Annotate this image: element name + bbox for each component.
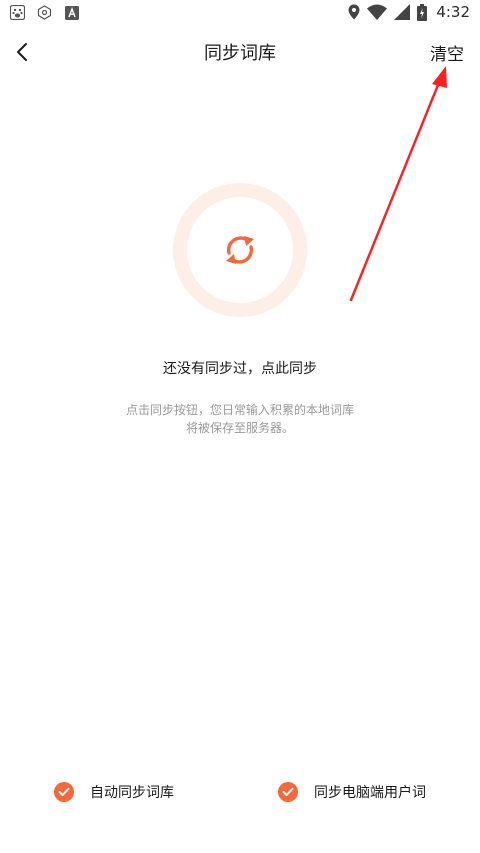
refresh-icon <box>226 236 254 264</box>
battery-icon <box>417 3 428 21</box>
wifi-icon <box>367 4 388 20</box>
sync-description: 点击同步按钮，您日常输入积累的本地词库 将被保存至服务器。 <box>90 401 390 437</box>
hexagon-icon <box>37 5 52 20</box>
checkmark-icon <box>54 782 74 802</box>
sync-pc-words-label: 同步电脑端用户词 <box>314 785 426 801</box>
status-bar-right: 4:32 <box>348 3 470 21</box>
signal-icon <box>394 4 411 20</box>
clear-button[interactable]: 清空 <box>430 40 464 65</box>
sync-pc-words-option[interactable]: 同步电脑端用户词 <box>278 782 426 802</box>
auto-sync-label: 自动同步词库 <box>90 785 174 801</box>
sync-description-line-2: 将被保存至服务器。 <box>185 421 294 435</box>
status-time: 4:32 <box>436 3 470 21</box>
sync-message: 还没有同步过，点此同步 <box>163 361 317 377</box>
checkmark-icon <box>278 782 298 802</box>
location-icon <box>348 4 360 20</box>
status-bar-left <box>10 5 79 20</box>
status-bar: 4:32 <box>0 0 480 26</box>
page-title: 同步词库 <box>204 43 276 64</box>
sync-button[interactable] <box>173 183 307 317</box>
a-badge-icon <box>64 5 79 20</box>
header: 同步词库 清空 <box>0 26 480 78</box>
sync-description-line-1: 点击同步按钮，您日常输入积累的本地词库 <box>125 403 354 417</box>
auto-sync-option[interactable]: 自动同步词库 <box>54 782 174 802</box>
baidu-paw-icon <box>10 5 25 20</box>
